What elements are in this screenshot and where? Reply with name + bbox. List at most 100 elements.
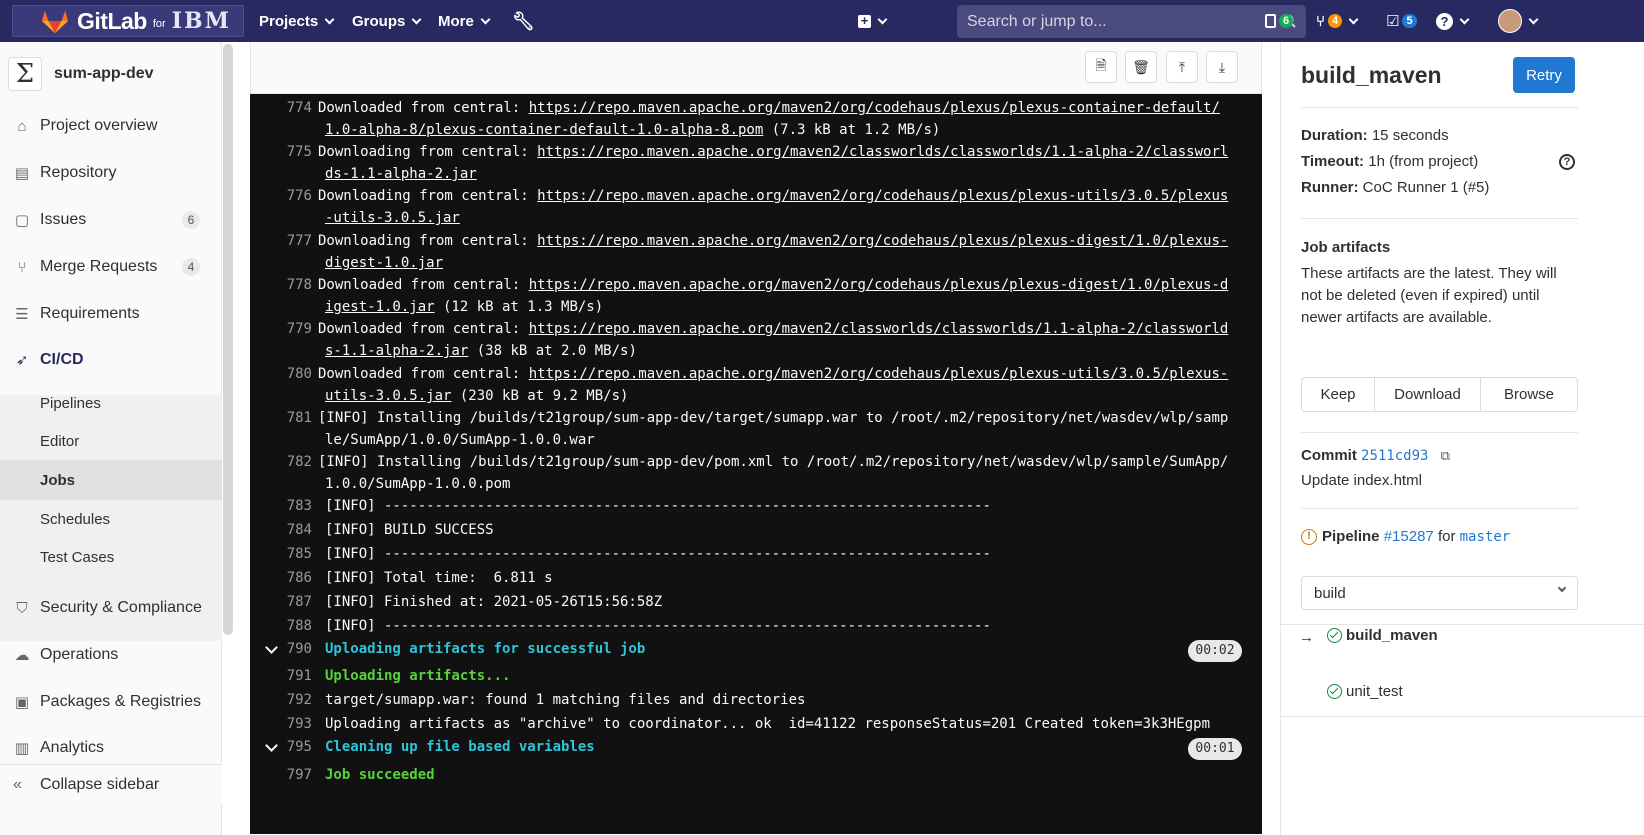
sidebar-sub-schedules[interactable]: Schedules [0,499,222,539]
log-suffix: (12 kB at 1.3 MB/s) [434,299,604,315]
line-number[interactable]: 790 [277,638,312,660]
line-number[interactable]: 791 [277,665,312,687]
new-item-button[interactable]: + [858,0,888,42]
line-number[interactable]: 784 [277,519,312,541]
chevron-down-icon[interactable] [265,739,278,752]
help-icon[interactable]: ? [1559,154,1575,170]
duration-value: 15 seconds [1371,127,1449,144]
divider [1281,716,1644,717]
log-text: Downloading from central: https://repo.m… [318,141,1236,185]
erase-log-button[interactable]: 🗑︎ [1125,51,1157,83]
stage-select[interactable]: build [1301,576,1578,610]
duration-label: Duration: [1301,127,1368,144]
sidebar-sub-editor[interactable]: Editor [0,421,222,461]
sidebar-item-security[interactable]: ⛉ Security & Compliance [0,588,222,628]
line-number[interactable]: 787 [277,591,312,613]
line-number[interactable]: 777 [277,230,312,252]
sidebar-scrollbar[interactable] [223,44,233,635]
nav-groups[interactable]: Groups [352,0,422,42]
log-text: Downloaded from central: https://repo.ma… [318,97,1236,141]
line-number[interactable]: 778 [277,274,312,296]
copy-icon[interactable]: ⧉ [1441,448,1450,463]
log-text: Uploading artifacts as "archive" to coor… [325,716,1211,732]
line-number[interactable]: 788 [277,615,312,637]
duration-row: Duration: 15 seconds [1301,127,1449,144]
log-prefix: Downloaded from central: [318,366,529,382]
user-menu[interactable] [1498,0,1539,42]
search-placeholder: Search or jump to... [967,12,1107,30]
plus-square-icon: + [858,14,871,28]
help-menu[interactable]: ? [1436,0,1470,42]
nav-projects[interactable]: Projects [259,0,335,42]
line-number[interactable]: 783 [277,495,312,517]
job-item-build-maven[interactable]: build_maven [1327,627,1438,644]
download-button[interactable]: Download [1375,378,1481,411]
divider [1301,218,1578,219]
status-success-icon [1327,628,1342,643]
sidebar-item-merge-requests[interactable]: ⑂ Merge Requests 4 [0,247,222,287]
keep-button[interactable]: Keep [1302,378,1375,411]
branch-link[interactable]: master [1460,529,1511,545]
log-section-header[interactable]: 795 Cleaning up file based variables 00:… [250,736,1262,760]
current-job-arrow-icon: → [1299,628,1314,646]
chevron-down-icon[interactable] [265,641,278,654]
line-number[interactable]: 792 [277,689,312,711]
chevron-down-icon [324,14,335,24]
pipeline-row: ! Pipeline #15287 for master [1301,528,1510,545]
log-section-header[interactable]: 790 Uploading artifacts for successful j… [250,638,1262,662]
line-number[interactable]: 795 [277,736,312,758]
line-number[interactable]: 781 [277,407,312,429]
sidebar-sub-pipelines[interactable]: Pipelines [0,383,222,423]
sidebar-item-label: Packages & Registries [40,693,201,710]
sidebar-item-packages[interactable]: ▣ Packages & Registries [0,682,222,722]
todos-nav[interactable]: ☑︎ 5 [1386,0,1417,42]
sidebar-item-operations[interactable]: ☁︎ Operations [0,635,222,675]
sidebar-item-analytics[interactable]: ▥ Analytics [0,728,222,768]
gitlab-logo[interactable]: GitLab for IBM [12,5,244,37]
commit-message: Update index.html [1301,472,1422,489]
retry-button[interactable]: Retry [1513,57,1575,93]
issues-nav[interactable]: 6 [1265,0,1294,42]
job-title: build_maven [1301,62,1442,88]
line-number[interactable]: 797 [277,764,312,786]
log-prefix: Downloading from central: [318,233,538,249]
project-header[interactable]: Σ sum-app-dev [8,56,154,92]
collapse-sidebar-button[interactable]: « Collapse sidebar [0,764,222,804]
sidebar-sub-test-cases[interactable]: Test Cases [0,537,222,577]
line-number[interactable]: 793 [277,713,312,735]
commit-sha-link[interactable]: 2511cd93 [1361,448,1428,464]
line-number[interactable]: 780 [277,363,312,385]
sidebar-item-label: Analytics [40,739,105,756]
line-number[interactable]: 774 [277,97,312,119]
scroll-up-icon: ⤒ [1178,58,1186,75]
line-number[interactable]: 786 [277,567,312,589]
sidebar-item-label: CI/CD [40,351,84,368]
line-number[interactable]: 775 [277,141,312,163]
home-icon: ⌂ [17,117,27,135]
sidebar-item-issues[interactable]: ▢ Issues 6 [0,200,222,240]
job-item-unit-test[interactable]: unit_test [1327,683,1403,700]
admin-wrench-icon[interactable]: 🔧︎ [512,0,535,42]
sidebar-item-repository[interactable]: ▤ Repository [0,153,222,193]
scroll-bottom-button[interactable]: ⤓ [1206,51,1238,83]
log-text: [INFO] BUILD SUCCESS [325,522,494,538]
sidebar-item-project-overview[interactable]: ⌂ Project overview [0,106,222,146]
sidebar-item-requirements[interactable]: ☰ Requirements [0,294,222,334]
raw-log-button[interactable]: 🗎︎ [1085,51,1117,83]
line-number[interactable]: 779 [277,318,312,340]
chevron-down-icon [1528,14,1539,24]
line-number[interactable]: 785 [277,543,312,565]
line-number[interactable]: 776 [277,185,312,207]
pipeline-for-text: for [1437,528,1456,545]
browse-button[interactable]: Browse [1481,378,1577,411]
scroll-top-button[interactable]: ⤒ [1166,51,1198,83]
line-number[interactable]: 782 [277,451,312,473]
sidebar-item-cicd[interactable]: ➶ CI/CD [0,340,222,380]
search-input[interactable]: Search or jump to... [957,5,1306,38]
pipeline-id-link[interactable]: #15287 [1384,528,1434,545]
timeout-label: Timeout: [1301,153,1365,170]
sidebar-item-label: Security & Compliance [40,599,202,616]
merge-requests-nav[interactable]: ⑂ 4 [1316,0,1359,42]
sidebar-sub-jobs[interactable]: Jobs [0,460,222,500]
nav-more[interactable]: More [438,0,491,42]
